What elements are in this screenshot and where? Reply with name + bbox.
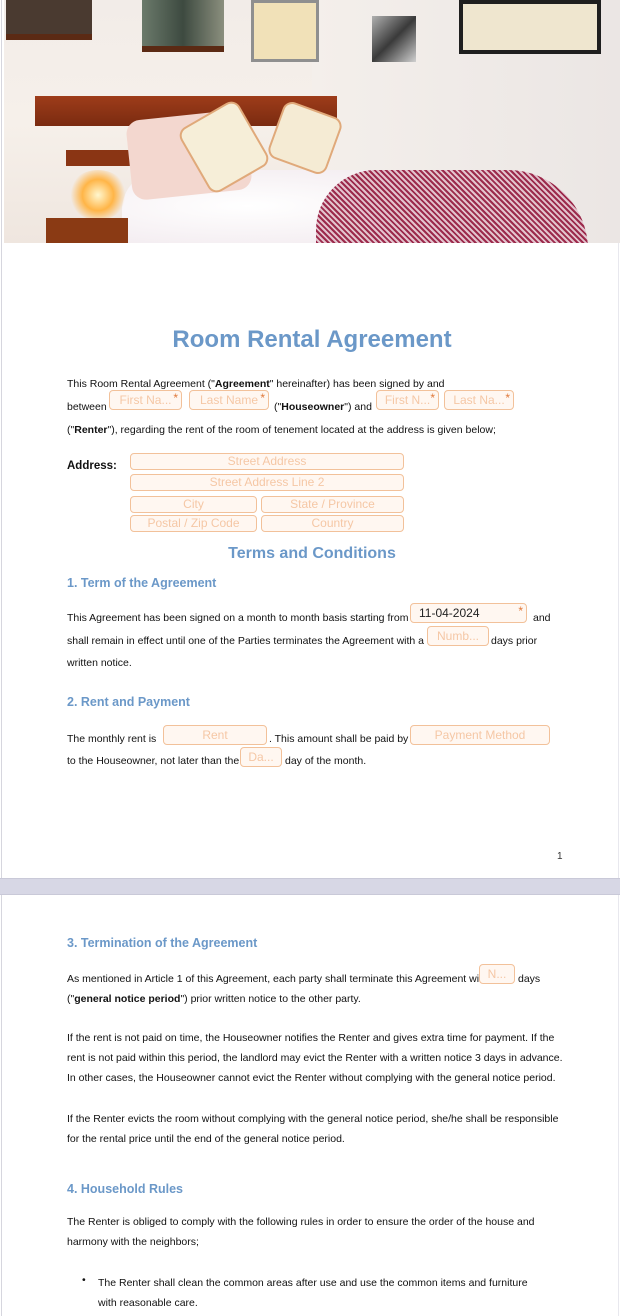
- houseowner-label: ("Houseowner") and: [274, 401, 372, 413]
- houseowner-first-name-input[interactable]: First Na...: [109, 390, 182, 410]
- household-rule-item: The Renter shall clean the common areas …: [98, 1277, 528, 1309]
- street-address-line2-input[interactable]: Street Address Line 2: [130, 474, 404, 491]
- section-2-heading: 2. Rent and Payment: [67, 695, 190, 709]
- section-2-line-2: to the Houseowner, not later than the: [67, 755, 240, 767]
- country-input[interactable]: Country: [261, 515, 404, 532]
- section-1-heading: 1. Term of the Agreement: [67, 576, 217, 590]
- payment-day-input[interactable]: Da...: [240, 747, 282, 767]
- section-3-line-1: As mentioned in Article 1 of this Agreem…: [67, 973, 497, 985]
- section-4-intro: The Renter is obliged to comply with the…: [67, 1216, 535, 1248]
- header-bedroom-image: [4, 0, 620, 243]
- section-3-heading: 3. Termination of the Agreement: [67, 936, 258, 950]
- document-page-1: Room Rental Agreement This Room Rental A…: [1, 0, 620, 878]
- general-notice-days-input[interactable]: N...: [479, 964, 515, 984]
- address-label: Address:: [67, 460, 117, 472]
- section-3-paragraph-2: If the rent is not paid on time, the Hou…: [67, 1032, 563, 1084]
- renter-last-name-input[interactable]: Last Na...: [444, 390, 514, 410]
- section-1-days-prior: days prior: [491, 635, 538, 647]
- houseowner-last-name-input[interactable]: Last Name: [189, 390, 269, 410]
- section-3-paragraph-3: If the Renter evicts the room without co…: [67, 1113, 559, 1145]
- postal-code-input[interactable]: Postal / Zip Code: [130, 515, 257, 532]
- section-1-line-2: shall remain in effect until one of the …: [67, 635, 424, 647]
- street-address-input[interactable]: Street Address: [130, 453, 404, 470]
- city-input[interactable]: City: [130, 496, 257, 513]
- intro-between: between: [67, 401, 107, 413]
- state-province-input[interactable]: State / Province: [261, 496, 404, 513]
- section-4-heading: 4. Household Rules: [67, 1182, 183, 1196]
- section-2-line-2-end: day of the month.: [285, 755, 367, 767]
- renter-first-name-input[interactable]: First N...: [376, 390, 439, 410]
- document-page-2: 3. Termination of the Agreement As menti…: [1, 895, 619, 1316]
- section-3-line-2: ("general notice period") prior written …: [67, 993, 361, 1005]
- payment-method-input[interactable]: Payment Method: [410, 725, 550, 745]
- bullet-icon: •: [82, 1274, 86, 1286]
- section-2-line-1-mid: . This amount shall be paid by: [269, 733, 409, 745]
- intro-line-1: This Room Rental Agreement ("Agreement" …: [67, 378, 445, 390]
- start-date-input[interactable]: 11-04-2024: [410, 603, 527, 623]
- section-1-and: and: [533, 612, 551, 624]
- terms-and-conditions-heading: Terms and Conditions: [228, 545, 396, 562]
- page-number: 1: [557, 851, 563, 862]
- document-title: Room Rental Agreement: [172, 326, 452, 353]
- rent-amount-input[interactable]: Rent: [163, 725, 267, 745]
- section-1-line-1: This Agreement has been signed on a mont…: [67, 612, 409, 624]
- notice-days-input[interactable]: Numb...: [427, 626, 489, 646]
- intro-line-3: ("Renter"), regarding the rent of the ro…: [67, 424, 496, 436]
- page-separator: [0, 878, 620, 895]
- section-3-days: days: [518, 973, 541, 985]
- section-1-line-3: written notice.: [67, 657, 132, 669]
- section-2-line-1: The monthly rent is: [67, 733, 157, 745]
